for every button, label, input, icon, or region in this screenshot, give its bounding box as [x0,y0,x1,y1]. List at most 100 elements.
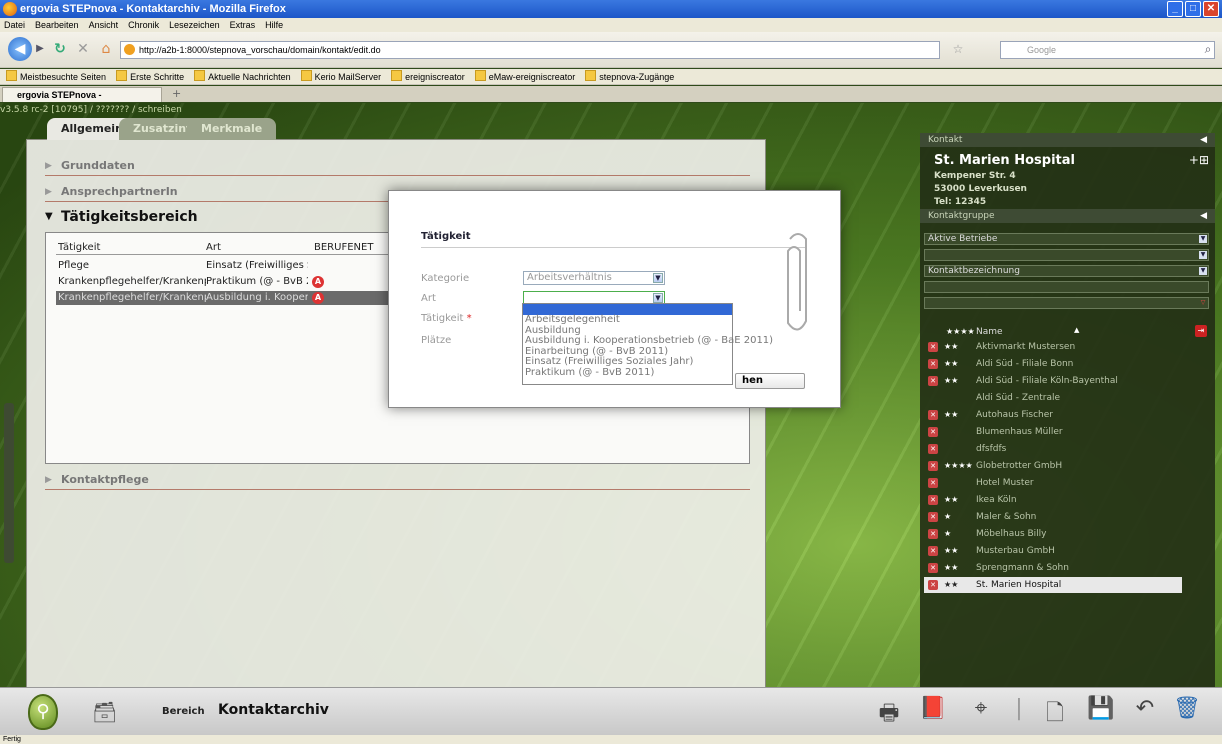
bookmark-erste-schritte[interactable]: Erste Schritte [116,69,184,84]
url-input[interactable]: http://a2b-1:8000/stepnova_vorschau/doma… [120,41,940,59]
remove-icon[interactable]: ✕ [928,546,938,556]
rating-sort-icon[interactable]: ★★★★ [946,325,975,339]
list-item[interactable]: Aldi Süd - Zentrale [924,390,1182,406]
print-icon[interactable]: 🖶 [874,696,904,734]
berufenet-icon[interactable]: A [312,292,324,304]
group-select[interactable]: Aktive Betriebe ▼ [924,233,1209,245]
bookmark-meistbesucht[interactable]: Meistbesuchte Seiten [6,69,106,84]
list-item-selected[interactable]: ✕ ★★ St. Marien Hospital [924,577,1182,593]
maximize-icon[interactable]: □ [1185,1,1201,17]
forward-icon[interactable]: ▶ [34,37,46,61]
search-button[interactable]: hen [735,373,805,389]
remove-icon[interactable]: ✕ [928,512,938,522]
list-item[interactable]: ✕ Blumenhaus Müller [924,424,1182,440]
search-input[interactable]: Google [1000,41,1215,59]
list-item[interactable]: ✕ ★★ Autohaus Fischer [924,407,1182,423]
remove-icon[interactable]: ✕ [928,461,938,471]
tab-merkmale[interactable]: Merkmale [187,118,277,140]
list-item[interactable]: ✕ ★★ Aldi Süd - Filiale Bonn [924,356,1182,372]
remove-icon[interactable]: ✕ [928,342,938,352]
new-document-icon[interactable]: 🗋 [1040,696,1070,734]
menu-extras[interactable]: Extras [230,18,256,32]
header-art[interactable]: Art [206,241,308,254]
search-icon[interactable]: ⌕ [1200,37,1216,61]
list-item[interactable]: ✕ Hotel Muster [924,475,1182,491]
header-berufenet[interactable]: BERUFENET [314,241,396,254]
collapse-panel-icon[interactable]: ◀ [1200,209,1207,223]
list-item[interactable]: ✕ ★★ Aldi Süd - Filiale Köln-Bayenthal [924,373,1182,389]
remove-icon[interactable]: ✕ [928,444,938,454]
bookmark-kerio[interactable]: Kerio MailServer [301,69,382,84]
minimize-icon[interactable]: _ [1167,1,1183,17]
menu-hilfe[interactable]: Hilfe [265,18,283,32]
undo-icon[interactable]: ↶ [1130,696,1160,721]
list-item[interactable]: ✕ ★★ Sprengmann & Sohn [924,560,1182,576]
bookmark-ereigniscreator[interactable]: ereigniscreator [391,69,465,84]
sort-asc-icon[interactable]: ▲ [1074,323,1079,337]
section-kontaktpflege[interactable]: ▶ Kontaktpflege [45,470,750,490]
collapse-panel-icon[interactable]: ◀ [1200,133,1207,147]
remove-icon[interactable]: ✕ [928,563,938,573]
list-item[interactable]: ✕ ★★ Aktivmarkt Mustersen [924,339,1182,355]
bookmark-stepnova-zugaenge[interactable]: stepnova-Zugänge [585,69,674,84]
exit-icon[interactable]: ⇥ [1195,325,1207,337]
remove-icon[interactable]: ✕ [928,427,938,437]
table-row[interactable]: Pflege Einsatz (Freiwilliges Sozi [56,259,396,273]
chevron-down-icon[interactable]: ▼ [653,293,663,303]
filter-select[interactable]: ▽ [924,297,1209,309]
list-item[interactable]: ✕ ★ Möbelhaus Billy [924,526,1182,542]
remove-icon[interactable]: ✕ [928,376,938,386]
remove-icon[interactable]: ✕ [928,410,938,420]
filter-input[interactable] [924,281,1209,293]
save-icon[interactable]: 💾 [1086,696,1116,721]
remove-icon[interactable]: ✕ [928,478,938,488]
home-icon[interactable]: ⌂ [96,37,116,61]
list-item[interactable]: ✕ ★★★★ Globetrotter GmbH [924,458,1182,474]
stop-icon[interactable]: ✕ [74,37,92,61]
side-handle[interactable] [4,403,14,563]
browser-tab[interactable]: ergovia STEPnova - Kontaktarchiv [2,87,162,114]
subgroup-select[interactable]: ▼ [924,249,1209,261]
menu-bearbeiten[interactable]: Bearbeiten [35,18,79,32]
filter-icon[interactable]: ▽ [1199,299,1207,307]
chevron-down-icon[interactable]: ▼ [1199,267,1207,275]
remove-icon[interactable]: ✕ [928,580,938,590]
section-grunddaten[interactable]: ▶ Grunddaten [45,156,750,176]
table-row[interactable]: Krankenpflegehelfer/Krankenpflegehelt Pr… [56,275,396,289]
dropdown-option[interactable]: Einsatz (Freiwilliges Soziales Jahr) [523,356,732,368]
ergovia-logo-icon[interactable]: ⚲ [28,694,58,730]
kategorie-select[interactable]: Arbeitsverhältnis ▼ [523,271,665,285]
bookmark-emaw[interactable]: eMaw-ereigniscreator [475,69,576,84]
book-icon[interactable]: 📕 [918,696,948,721]
remove-icon[interactable]: ✕ [928,495,938,505]
remove-icon[interactable]: ✕ [928,359,938,369]
dropdown-option[interactable]: Praktikum (@ - BvB 2011) [523,367,732,379]
chevron-down-icon[interactable]: ▼ [1199,235,1207,243]
trash-icon[interactable]: 🗑 [1172,696,1202,721]
dropdown-option[interactable]: Arbeitsgelegenheit [523,314,732,326]
remove-icon[interactable]: ✕ [928,529,938,539]
chevron-down-icon[interactable]: ▼ [1199,251,1207,259]
reload-icon[interactable]: ↻ [50,37,70,61]
menu-datei[interactable]: Datei [4,18,25,32]
bookmark-aktuelle-nachrichten[interactable]: Aktuelle Nachrichten [194,69,291,84]
list-item[interactable]: ✕ ★★ Musterbau GmbH [924,543,1182,559]
berufenet-icon[interactable]: A [312,276,324,288]
binoculars-icon[interactable]: ⌖ [966,696,996,721]
list-item[interactable]: ✕ ★ Maler & Sohn [924,509,1182,525]
close-icon[interactable]: ✕ [1203,1,1219,17]
chevron-down-icon[interactable]: ▼ [653,273,663,283]
header-taetigkeit[interactable]: Tätigkeit [58,241,206,254]
new-tab-icon[interactable]: + [172,87,181,100]
menu-ansicht[interactable]: Ansicht [89,18,119,32]
back-icon[interactable]: ◀ [8,37,32,61]
menu-lesezeichen[interactable]: Lesezeichen [169,18,220,32]
list-item[interactable]: ✕ dfsfdfs [924,441,1182,457]
add-contact-icon[interactable]: +⊞ [1189,153,1209,167]
archive-icon[interactable]: 🗃 [92,700,117,724]
table-row[interactable]: Krankenpflegehelfer/Krankenpflegehelt Au… [56,291,396,305]
menu-chronik[interactable]: Chronik [128,18,159,32]
name-column-header[interactable]: Name [976,325,1003,339]
field-select[interactable]: Kontaktbezeichnung ▼ [924,265,1209,277]
dropdown-option[interactable]: Ausbildung i. Kooperationsbetrieb (@ - B… [523,335,773,347]
